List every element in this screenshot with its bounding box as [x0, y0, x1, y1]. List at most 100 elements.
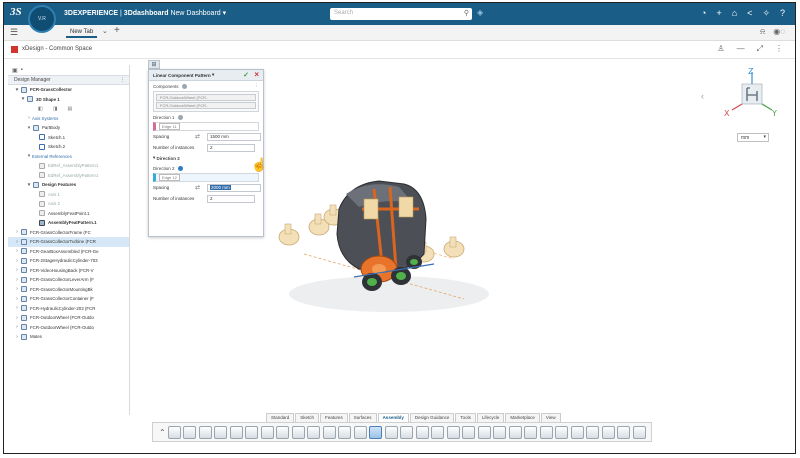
toolbar-tool-icon[interactable] — [338, 425, 351, 439]
toolbar-tool-icon[interactable] — [446, 425, 460, 439]
action-tab-surfaces[interactable]: Surfaces — [348, 413, 377, 422]
direction2-header[interactable]: ▾ Direction 2 — [149, 153, 263, 163]
show-icon[interactable]: ◧ — [38, 106, 43, 112]
toolbar-tool-icon[interactable] — [400, 425, 413, 439]
toolbar-tool-icon[interactable] — [384, 425, 398, 439]
search-input[interactable]: Search ⚲ — [330, 8, 472, 20]
menu-icon[interactable]: ☰ — [10, 27, 18, 38]
tree-more-icon[interactable]: ⋮ — [120, 77, 125, 83]
tree-row[interactable]: ▾ PartBody — [8, 123, 129, 133]
tree-row[interactable]: EdRef_AssemblyPattern1 — [8, 161, 129, 171]
spacing1-input[interactable]: 1500 mm — [207, 132, 261, 141]
action-tab-tools[interactable]: Tools — [455, 413, 476, 422]
toolbar-tool-icon[interactable] — [617, 425, 630, 439]
toolbar-tool-icon[interactable] — [601, 425, 615, 439]
toolbar-tool-icon[interactable] — [524, 425, 537, 439]
toolbar-tool-icon[interactable] — [539, 425, 553, 439]
notification-icon[interactable]: ◔ — [701, 8, 706, 19]
toggle-icon[interactable]: ◉◌ — [773, 27, 785, 37]
edit-icon[interactable]: ◨ — [53, 106, 58, 112]
units-select[interactable]: mm ▾ — [737, 133, 769, 142]
tab-new-tab[interactable]: New Tab — [66, 28, 98, 38]
tree-row[interactable]: ▾ FCR-GrassCollector — [8, 85, 129, 95]
toolbar-tool-icon[interactable] — [245, 425, 258, 439]
tree-row[interactable]: ▾ Design Features — [8, 180, 129, 190]
view-cube[interactable]: Z X Y — [722, 66, 782, 126]
action-tab-view[interactable]: View — [540, 413, 561, 422]
compass-small-icon[interactable]: ✧ — [762, 8, 770, 19]
toolbar-tool-icon[interactable] — [586, 425, 599, 439]
component-chip[interactable]: FCR-OutdoorWheel (FCR- — [156, 102, 256, 109]
toolbar-tool-icon[interactable] — [508, 425, 522, 439]
info-icon[interactable] — [177, 114, 183, 120]
tag-icon[interactable]: ◈ — [477, 8, 483, 17]
reverse-direction-icon[interactable]: ⇄ — [195, 133, 200, 140]
toolbar-tool-icon[interactable] — [291, 425, 305, 439]
toolbar-tool-icon[interactable] — [353, 425, 367, 439]
tree-expander-icon[interactable]: › — [14, 248, 20, 254]
direction1-field[interactable]: Edge 11 — [153, 122, 259, 131]
toolbar-tool-icon[interactable] — [632, 425, 646, 439]
view-nav-left-icon[interactable]: ‹ — [701, 91, 704, 101]
tree-row[interactable]: › FCR-GrassCollectorMountingBk — [8, 285, 129, 295]
toolbar-tool-icon[interactable] — [260, 425, 274, 439]
tree-row[interactable]: › FCR-HydraulicCylinder-203 (FCR — [8, 304, 129, 314]
tree-expander-icon[interactable]: › — [14, 258, 20, 264]
action-tab-standard[interactable]: Standard — [266, 413, 295, 422]
components-field[interactable]: FCR-OutdoorWheel (FCR- FCR-OutdoorWheel … — [153, 91, 259, 112]
minimize-icon[interactable]: — — [737, 44, 745, 54]
tree-expander-icon[interactable]: ▾ — [26, 182, 32, 188]
home-icon[interactable]: ⌂ — [732, 8, 737, 19]
action-tab-sketch[interactable]: Sketch — [295, 413, 320, 422]
toolbar-tool-icon[interactable] — [462, 425, 475, 439]
tree-expander-icon[interactable]: › — [14, 229, 20, 235]
chevron-down-icon[interactable]: ▾ — [212, 72, 214, 78]
tree-expander-icon[interactable]: › — [14, 267, 20, 273]
tree-row[interactable]: › FCR-OutdoorWheel (FCR-Outdo — [8, 323, 129, 333]
tree-row[interactable]: › FCR-2StageHydraulicCylinder-703 — [8, 256, 129, 266]
edge-chip[interactable]: Edge 12 — [159, 174, 180, 181]
direction2-field[interactable]: Edge 12 — [153, 173, 259, 182]
instances2-input[interactable]: 2 — [207, 194, 255, 203]
toolbar-tool-icon[interactable] — [477, 425, 491, 439]
toolbar-tool-icon[interactable] — [214, 425, 227, 439]
toolbar-tool-icon[interactable] — [183, 425, 196, 439]
reverse-direction-icon[interactable]: ⇄ — [195, 184, 200, 191]
toolbar-tool-icon[interactable] — [570, 425, 584, 439]
edge-chip[interactable]: Edge 11 — [159, 123, 180, 130]
chevron-down-icon[interactable]: ▾ — [223, 10, 227, 17]
toolbar-tool-icon[interactable] — [307, 425, 320, 439]
search-icon[interactable]: ⚲ — [464, 9, 469, 17]
tree-expander-icon[interactable]: ▾ — [20, 96, 26, 102]
tree-row[interactable]: › Mates — [8, 332, 129, 342]
tree-row[interactable]: › FCR-VideoHousingBack (FCR-V — [8, 266, 129, 276]
info-icon[interactable] — [181, 83, 187, 89]
toolbar-tool-icon[interactable] — [493, 425, 506, 439]
tab-chevron-icon[interactable]: ⌄ — [102, 27, 108, 35]
ok-icon[interactable]: ✓ — [243, 71, 249, 79]
tree-expander-icon[interactable]: › — [14, 239, 20, 245]
tree-row[interactable]: › FCR-GrassCollectorContainer (F — [8, 294, 129, 304]
tree-row[interactable]: AssemblyFeatPoint.1 — [8, 209, 129, 219]
tree-row[interactable]: › FCR-OutdoorWheel (FCR-Outdo — [8, 313, 129, 323]
action-tab-features[interactable]: Features — [320, 413, 348, 422]
tree-expander-icon[interactable]: › — [14, 286, 20, 292]
tree-row[interactable]: › FCR-GrassCollectorLeverArm (F — [8, 275, 129, 285]
tree-row[interactable]: › Axis Systems — [8, 114, 129, 124]
tree-expander-icon[interactable]: › — [14, 296, 20, 302]
tree-row[interactable]: AssemblyFeatPattern.1 — [8, 218, 129, 228]
info-icon[interactable] — [177, 165, 183, 171]
toolbar-tool-icon[interactable] — [198, 425, 212, 439]
expand-icon[interactable]: ▪ — [21, 67, 23, 73]
more-icon[interactable]: ⋮ — [775, 44, 783, 54]
tree-expander-icon[interactable]: › — [14, 324, 20, 330]
action-tab-assembly[interactable]: Assembly — [377, 413, 409, 422]
toolbar-tool-icon[interactable] — [167, 425, 181, 439]
tree-expander-icon[interactable]: ▾ — [26, 125, 32, 131]
tree-row[interactable]: › FCR-GrassCollectorTurbine (FCR — [8, 237, 129, 247]
tree-expander-icon[interactable]: › — [14, 334, 20, 340]
toolbar-tool-icon[interactable] — [229, 425, 243, 439]
tree-expander-icon[interactable]: ▾ — [14, 87, 20, 93]
lock-icon[interactable]: ⍾ — [760, 27, 765, 37]
tree-row[interactable]: › FCR-GrassCollectorFrame (FC — [8, 228, 129, 238]
